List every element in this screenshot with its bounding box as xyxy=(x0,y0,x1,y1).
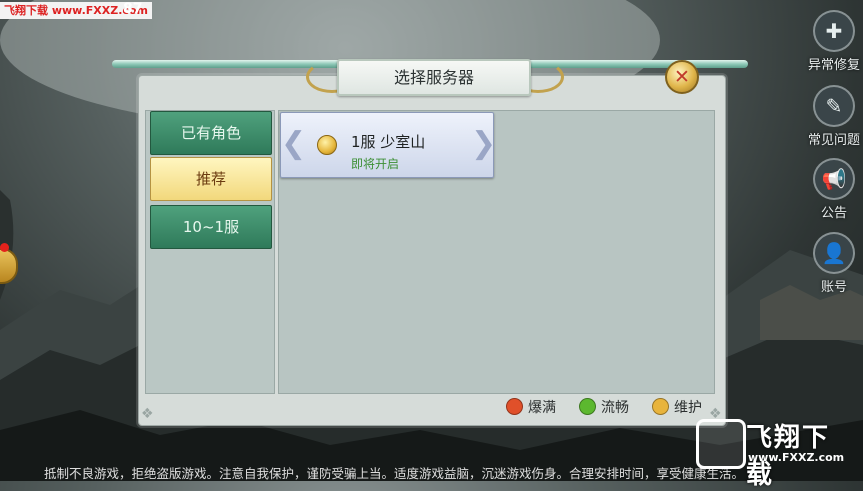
side-button-notice[interactable]: 📢 公告 xyxy=(806,158,862,221)
side-label-repair: 异常修复 xyxy=(807,58,860,73)
watermark-bottom: 飞翔下载 www.FXXZ.com xyxy=(696,413,856,490)
side-label-faq: 常见问题 xyxy=(807,133,860,148)
notification-dot xyxy=(0,243,9,252)
tab-column: 已有角色 推荐 10~1服 xyxy=(145,110,275,394)
green-dot-icon xyxy=(579,398,596,415)
close-icon: ✕ xyxy=(674,66,690,88)
plus-icon: ✚ xyxy=(813,10,855,52)
side-button-account[interactable]: 👤 账号 xyxy=(806,232,862,295)
red-dot-icon xyxy=(506,398,523,415)
tab-server-range[interactable]: 10~1服 xyxy=(150,205,272,249)
server-card[interactable]: ❮ ❯ 1服 少室山 即将开启 xyxy=(280,112,497,178)
side-label-account: 账号 xyxy=(820,280,847,295)
legend-label: 爆满 xyxy=(528,400,556,416)
side-label-notice: 公告 xyxy=(820,206,847,221)
pencil-icon: ✎ xyxy=(813,85,855,127)
card-ornament-icon: ❯ xyxy=(471,126,497,161)
side-button-repair[interactable]: ✚ 异常修复 xyxy=(806,10,862,73)
megaphone-icon: 📢 xyxy=(813,158,855,200)
logo-icon xyxy=(696,419,746,469)
server-status-dot xyxy=(317,135,337,155)
dialog-title: 选择服务器 xyxy=(337,59,531,96)
watermark-number: 87 xyxy=(123,1,143,17)
legend-full: 爆满 xyxy=(506,398,556,418)
close-button[interactable]: ✕ xyxy=(665,60,699,94)
side-button-faq[interactable]: ✎ 常见问题 xyxy=(806,85,862,148)
legend-label: 流畅 xyxy=(601,400,629,416)
user-icon: 👤 xyxy=(813,232,855,274)
legend-smooth: 流畅 xyxy=(579,398,629,418)
tab-existing-roles[interactable]: 已有角色 xyxy=(150,111,272,155)
orange-dot-icon xyxy=(652,398,669,415)
watermark-url: www.FXXZ.com xyxy=(748,451,845,464)
legend-maintenance: 维护 xyxy=(652,398,702,418)
corner-ornament-icon: ❖ xyxy=(141,406,154,422)
server-status: 即将开启 xyxy=(351,157,400,171)
server-name: 1服 少室山 xyxy=(351,133,426,151)
tab-recommended[interactable]: 推荐 xyxy=(150,157,272,201)
card-ornament-icon: ❮ xyxy=(281,126,307,161)
